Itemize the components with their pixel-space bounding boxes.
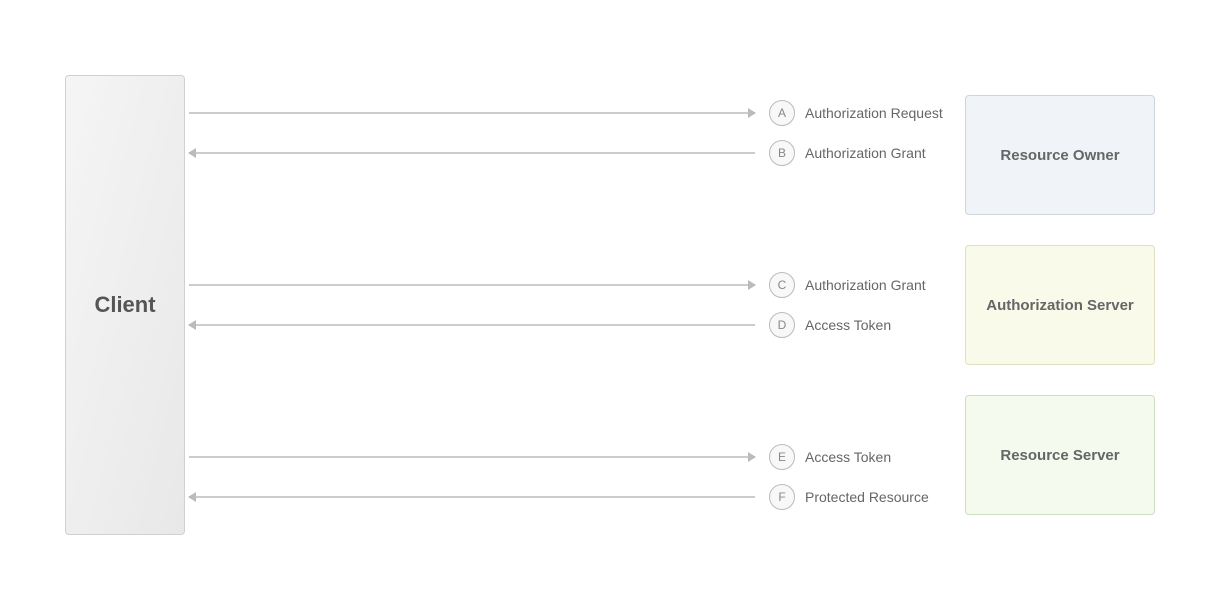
line-e (189, 456, 755, 458)
resource-owner-label: Resource Owner (990, 137, 1129, 174)
middle-section: A Authorization Request B Authorization … (185, 75, 965, 535)
line-c (189, 284, 755, 286)
arrowhead-d (188, 320, 196, 330)
line-f-inner (189, 496, 755, 498)
servers-column: Resource Owner Authorization Server Reso… (965, 75, 1165, 535)
flow-row-d: D Access Token (185, 307, 965, 343)
badge-f: F (769, 484, 795, 510)
arrowhead-a (748, 108, 756, 118)
flow-row-c: C Authorization Grant (185, 267, 965, 303)
badge-d: D (769, 312, 795, 338)
line-c-inner (189, 284, 755, 286)
client-label: Client (94, 292, 155, 318)
resource-server-label: Resource Server (990, 437, 1129, 474)
label-a: Authorization Request (805, 105, 965, 121)
flow-row-b: B Authorization Grant (185, 135, 965, 171)
line-f (189, 496, 755, 498)
resource-server-box: Resource Server (965, 395, 1155, 515)
flow-group-1: A Authorization Request B Authorization … (185, 95, 965, 171)
arrowhead-e (748, 452, 756, 462)
label-e: Access Token (805, 449, 965, 465)
badge-b: B (769, 140, 795, 166)
badge-c: C (769, 272, 795, 298)
resource-owner-box: Resource Owner (965, 95, 1155, 215)
label-c: Authorization Grant (805, 277, 965, 293)
badge-a: A (769, 100, 795, 126)
flow-row-a: A Authorization Request (185, 95, 965, 131)
line-e-inner (189, 456, 755, 458)
flow-group-3: E Access Token F Protected Resource (185, 439, 965, 515)
badge-e: E (769, 444, 795, 470)
arrowhead-b (188, 148, 196, 158)
line-a (189, 112, 755, 114)
flow-group-2: C Authorization Grant D Access Token (185, 267, 965, 343)
label-d: Access Token (805, 317, 965, 333)
line-d-inner (189, 324, 755, 326)
flow-row-f: F Protected Resource (185, 479, 965, 515)
authorization-server-label: Authorization Server (976, 287, 1144, 324)
line-b (189, 152, 755, 154)
label-f: Protected Resource (805, 489, 965, 505)
authorization-server-box: Authorization Server (965, 245, 1155, 365)
oauth-diagram: Client A Authorization Request (65, 35, 1165, 575)
flow-row-e: E Access Token (185, 439, 965, 475)
line-b-inner (189, 152, 755, 154)
client-box: Client (65, 75, 185, 535)
label-b: Authorization Grant (805, 145, 965, 161)
line-d (189, 324, 755, 326)
arrowhead-c (748, 280, 756, 290)
line-a-inner (189, 112, 755, 114)
arrowhead-f (188, 492, 196, 502)
